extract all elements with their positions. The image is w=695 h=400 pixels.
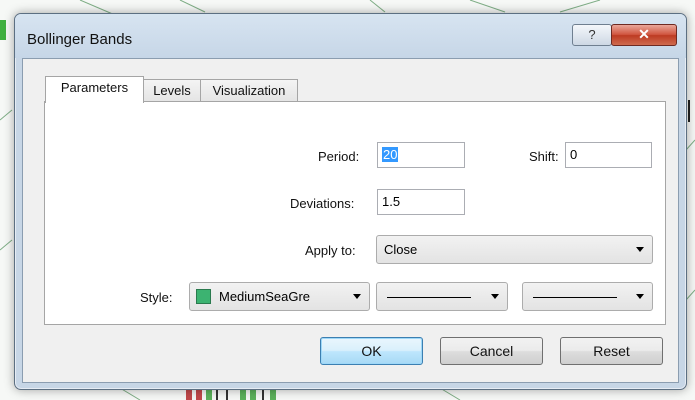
color-swatch: [196, 289, 211, 304]
title-bar[interactable]: Bollinger Bands ? ✕: [15, 14, 686, 58]
line-width-dropdown[interactable]: [522, 282, 653, 311]
deviations-input[interactable]: 1.5: [377, 189, 465, 215]
close-icon: ✕: [638, 26, 650, 42]
line-style-dropdown[interactable]: [376, 282, 508, 311]
cancel-button[interactable]: Cancel: [440, 337, 543, 365]
tab-levels[interactable]: Levels: [142, 79, 202, 103]
tab-label: Parameters: [60, 80, 129, 95]
line-width-sample: [533, 297, 617, 298]
parameters-panel: Period: 20 Shift: 0 Deviations: 1.5 Appl…: [44, 101, 666, 325]
tab-label: Visualization: [212, 83, 286, 98]
chevron-down-icon: [491, 294, 499, 299]
line-style-sample: [387, 297, 471, 298]
tab-visualization[interactable]: Visualization: [200, 79, 298, 103]
chevron-down-icon: [353, 294, 361, 299]
shift-value: 0: [570, 147, 578, 162]
shift-label: Shift:: [529, 149, 559, 164]
apply-to-label: Apply to:: [305, 243, 356, 258]
dialog-client-area: Parameters Levels Visualization Period: …: [22, 58, 679, 383]
reset-label: Reset: [593, 343, 630, 359]
period-input[interactable]: 20: [377, 142, 465, 168]
ok-label: OK: [361, 343, 382, 359]
close-button[interactable]: ✕: [611, 24, 677, 46]
ok-button[interactable]: OK: [320, 337, 423, 365]
period-label: Period:: [318, 149, 360, 164]
chevron-down-icon: [636, 294, 644, 299]
apply-to-value: Close: [384, 242, 418, 257]
chevron-down-icon: [636, 247, 644, 252]
question-mark-icon: ?: [588, 27, 596, 42]
tab-label: Levels: [153, 83, 191, 98]
apply-to-dropdown[interactable]: Close: [376, 235, 653, 264]
deviations-label: Deviations:: [290, 196, 355, 211]
style-color-name: MediumSeaGre: [219, 289, 311, 304]
reset-button[interactable]: Reset: [560, 337, 663, 365]
period-value: 20: [382, 147, 399, 162]
tab-parameters[interactable]: Parameters: [45, 76, 144, 103]
bollinger-bands-dialog: Bollinger Bands ? ✕ Parameters Levels Vi…: [14, 13, 687, 390]
deviations-value: 1.5: [382, 194, 401, 209]
shift-input[interactable]: 0: [565, 142, 652, 168]
dialog-title: Bollinger Bands: [27, 31, 133, 48]
style-label: Style:: [140, 290, 173, 305]
help-button[interactable]: ?: [572, 24, 612, 46]
cancel-label: Cancel: [469, 343, 514, 359]
style-color-dropdown[interactable]: MediumSeaGre: [189, 282, 370, 311]
